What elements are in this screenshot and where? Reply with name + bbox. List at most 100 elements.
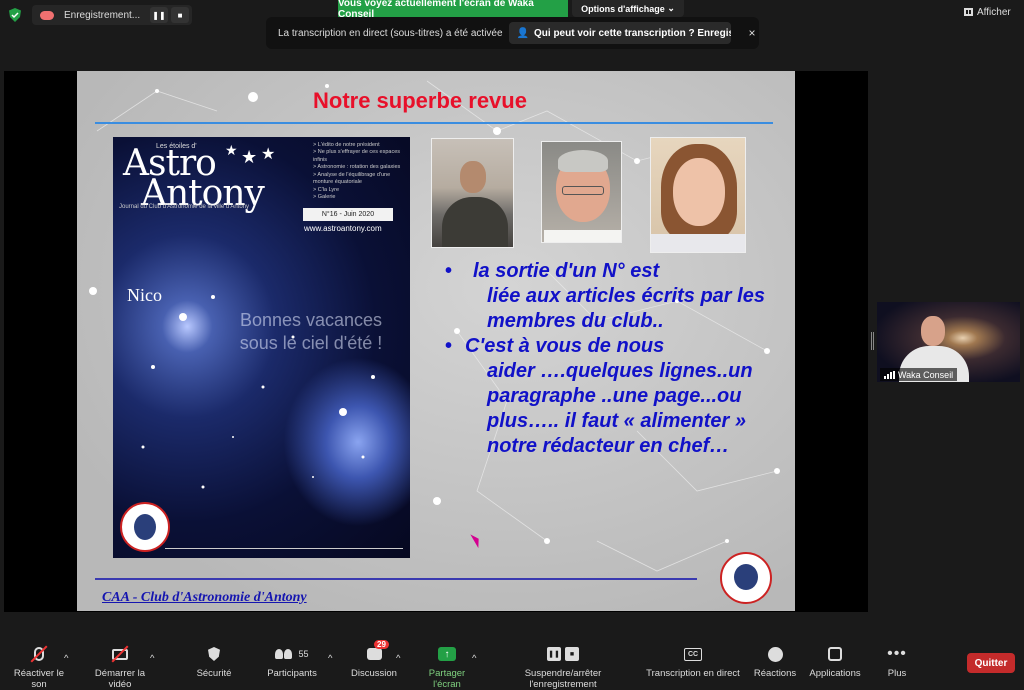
bullet1-first-line: la sortie d'un N° est — [473, 260, 660, 282]
bullet1-rest: liée aux articles écrits par les membres… — [487, 285, 765, 332]
video-options-chevron-icon[interactable]: ^ — [150, 653, 154, 664]
magazine-nico: Nico — [127, 285, 162, 305]
slide-footer: CAA - Club d'Astronomie d'Antony — [102, 590, 307, 605]
share-screen-label: Partager l'écran — [428, 668, 466, 690]
more-button[interactable]: ••• Plus — [884, 645, 910, 680]
apps-icon — [828, 647, 842, 661]
chat-unread-badge: 29 — [374, 640, 389, 649]
share-chevron-icon[interactable]: ^ — [472, 653, 476, 664]
start-video-label: Démarrer la vidéo — [94, 668, 146, 690]
apps-button[interactable]: Applications — [808, 645, 862, 679]
svg-text:★: ★ — [261, 146, 275, 163]
view-options-label: Options d'affichage — [581, 3, 665, 14]
security-button[interactable]: Sécurité — [196, 645, 232, 679]
chat-button[interactable]: 29 Discussion — [351, 640, 397, 679]
recording-label: Enregistrement... — [64, 9, 141, 21]
closed-captions-icon: CC — [684, 647, 702, 661]
bullet-dot: • — [445, 260, 453, 282]
toc-item: > C'la Lyre — [313, 186, 340, 193]
smiley-icon — [767, 646, 783, 662]
reactions-label: Réactions — [753, 668, 797, 679]
who-can-see-label: Qui peut voir cette transcription ? Enre… — [534, 27, 731, 39]
magazine-vacances: Bonnes vacances sous le ciel d'été ! — [239, 310, 383, 353]
recording-indicator: Enregistrement... ❚❚ ■ — [32, 5, 192, 25]
pause-icon: ❚❚ — [547, 647, 561, 661]
magazine-subtitle: Journal du Club d'Astronomie de la ville… — [119, 204, 250, 210]
chat-label: Discussion — [351, 668, 397, 679]
transcription-notice: La transcription en direct (sous-titres)… — [266, 17, 759, 49]
toc-item: > Ne plus s'effrayer de ces espaces infi… — [313, 149, 401, 163]
participants-icon — [275, 649, 293, 659]
person-lock-icon: 👤 — [516, 27, 529, 39]
quit-button[interactable]: Quitter — [967, 653, 1015, 673]
club-badge-icon — [120, 502, 170, 552]
toc-item: > Analyse de l'équilibrage d'une monture… — [313, 171, 391, 186]
live-transcription-label: Transcription en direct — [646, 668, 740, 679]
live-transcription-button[interactable]: CC Transcription en direct — [646, 645, 740, 679]
slide-title: Notre superbe revue — [313, 88, 527, 113]
share-screen-button[interactable]: ↑ Partager l'écran — [414, 645, 480, 690]
bullet-item: • C'est à vous de nous aider ….quelques … — [445, 334, 775, 459]
view-options-button[interactable]: Options d'affichage ⌄ — [572, 0, 684, 17]
participant-name: Waka Conseil — [898, 369, 954, 380]
participants-button[interactable]: 55 Participants — [267, 645, 317, 679]
audio-options-chevron-icon[interactable]: ^ — [64, 653, 68, 664]
top-rule — [95, 122, 773, 124]
bullet-item: • la sortie d'un N° est liée aux article… — [445, 259, 775, 334]
start-video-button[interactable]: Démarrer la vidéo — [83, 645, 157, 690]
more-dots-icon: ••• — [887, 645, 907, 662]
recording-controls-label: Suspendre/arrêter l'enregistrement — [524, 668, 602, 690]
toc-item: > L'édito de notre président — [313, 142, 380, 148]
stop-icon: ■ — [565, 647, 579, 661]
participant-name-tag: Waka Conseil — [880, 368, 958, 381]
presentation-slide: Notre superbe revue Les étoiles d' Astro… — [77, 71, 795, 611]
view-button[interactable]: Afficher — [964, 3, 1020, 21]
caa-logo-icon — [720, 552, 772, 604]
magazine-bottom-line — [165, 548, 403, 549]
pause-recording-button[interactable]: ❚❚ — [150, 7, 168, 23]
participant-video[interactable]: Waka Conseil — [877, 302, 1020, 382]
unmute-label: Réactiver le son — [13, 668, 65, 690]
reactions-button[interactable]: Réactions — [754, 645, 796, 679]
chevron-down-icon: ⌄ — [667, 3, 675, 13]
bullet2-rest: aider ….quelques lignes..un paragraphe .… — [487, 360, 753, 457]
security-label: Sécurité — [196, 668, 232, 679]
cloud-recording-icon — [40, 10, 54, 20]
logo-stars-icon: ★ ★ ★ — [225, 142, 275, 167]
svg-text:★: ★ — [241, 147, 257, 167]
toc-item: > Astronomie : rotation des galaxies — [313, 164, 401, 171]
apps-label: Applications — [809, 668, 861, 679]
participants-chevron-icon[interactable]: ^ — [328, 653, 332, 664]
panel-resize-handle[interactable] — [871, 332, 874, 350]
signal-strength-icon — [884, 370, 895, 379]
chat-chevron-icon[interactable]: ^ — [396, 653, 400, 664]
bullet2-first-line: C'est à vous de nous — [465, 335, 665, 357]
meeting-toolbar: Réactiver le son ^ Démarrer la vidéo ^ S… — [0, 633, 1024, 690]
view-button-label: Afficher — [977, 6, 1011, 18]
share-banner: Vous voyez actuellement l'écran de Waka … — [338, 0, 568, 20]
photo-man-glasses — [541, 141, 622, 243]
transcription-notice-text: La transcription en direct (sous-titres)… — [278, 27, 503, 39]
magazine-issue: N°16 - Juin 2020 — [303, 208, 393, 221]
shield-icon — [208, 647, 220, 661]
share-arrow-icon: ↑ — [438, 647, 456, 661]
who-can-see-button[interactable]: 👤 Qui peut voir cette transcription ? En… — [508, 22, 731, 44]
bullet-dot: • — [445, 335, 453, 357]
close-icon[interactable]: × — [749, 26, 756, 40]
participants-label: Participants — [267, 668, 317, 679]
stop-recording-button[interactable]: ■ — [171, 7, 189, 23]
gallery-grid-icon — [964, 8, 973, 16]
security-shield-icon[interactable] — [8, 8, 22, 22]
recording-controls-button[interactable]: ❚❚ ■ Suspendre/arrêter l'enregistrement — [490, 645, 636, 690]
bullet-list: • la sortie d'un N° est liée aux article… — [445, 259, 775, 459]
chat-bubble-icon — [366, 648, 382, 660]
more-label: Plus — [887, 668, 907, 679]
participants-count: 55 — [298, 649, 309, 659]
photo-woman — [650, 137, 746, 253]
photo-man-cap — [431, 138, 514, 248]
toc-item: > Galerie — [313, 193, 336, 200]
magazine-toc: > L'édito de notre président > Ne plus s… — [313, 142, 407, 201]
unmute-button[interactable]: Réactiver le son — [7, 645, 71, 690]
magazine-cover: Les étoiles d' Astro Antony ★ ★ ★ Journal … — [113, 137, 410, 558]
svg-text:★: ★ — [225, 142, 238, 158]
